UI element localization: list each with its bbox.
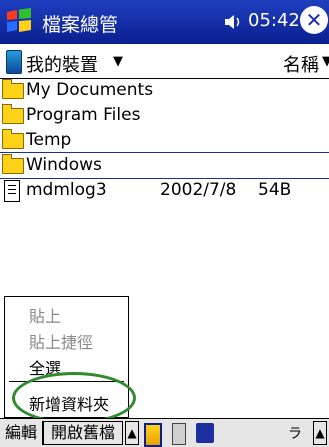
sort-dropdown[interactable]: 名稱 xyxy=(283,51,319,77)
list-item[interactable]: mdmlog3 2002/7/8 54B xyxy=(0,178,329,206)
storage-card-icon[interactable] xyxy=(172,423,186,445)
app-title: 檔案總管 xyxy=(42,14,119,36)
list-item[interactable]: My Documents xyxy=(0,78,329,103)
file-name: Windows xyxy=(26,155,102,175)
folder-icon xyxy=(2,79,24,99)
clock[interactable]: 05:42 xyxy=(248,10,300,31)
close-button[interactable]: ✕ xyxy=(300,6,328,34)
windows-flag-icon[interactable] xyxy=(4,6,34,36)
command-bar: 編輯 開啟舊檔 ▲ ラ ▲ xyxy=(0,418,329,447)
file-name: My Documents xyxy=(26,80,154,100)
folder-icon xyxy=(2,129,24,149)
edit-menu-button[interactable]: 編輯 xyxy=(0,421,43,445)
menu-item-paste-shortcut[interactable]: 貼上捷徑 xyxy=(29,329,93,353)
location-bar: 我的裝置 ▼ 名稱 ▼ xyxy=(0,46,329,79)
document-icon xyxy=(4,180,20,202)
highlight-ellipse xyxy=(12,372,136,424)
file-name: mdmlog3 xyxy=(26,180,107,200)
open-file-button[interactable]: 開啟舊檔 xyxy=(43,421,123,445)
chevron-down-icon[interactable]: ▼ xyxy=(113,54,123,69)
file-name: Temp xyxy=(26,130,72,150)
list-item-selected[interactable]: Windows xyxy=(0,152,329,179)
device-icon xyxy=(6,50,22,74)
chevron-down-icon[interactable]: ▼ xyxy=(322,54,329,69)
folder-icon xyxy=(2,104,24,124)
device-icon[interactable] xyxy=(144,423,162,447)
location-dropdown[interactable]: 我的裝置 xyxy=(26,51,98,77)
input-panel-toggle[interactable]: ▲ xyxy=(313,421,327,445)
scroll-up-button[interactable]: ▲ xyxy=(125,421,139,445)
menu-item-paste[interactable]: 貼上 xyxy=(29,303,61,327)
list-item[interactable]: Program Files xyxy=(0,103,329,128)
folder-icon xyxy=(2,154,24,174)
network-icon[interactable] xyxy=(196,423,214,443)
input-panel-icon[interactable]: ラ xyxy=(288,423,302,443)
file-name: Program Files xyxy=(26,105,141,125)
speaker-icon[interactable] xyxy=(223,12,245,32)
file-size: 54B xyxy=(258,180,292,200)
title-bar: 檔案總管 05:42 ✕ xyxy=(0,0,329,44)
file-date: 2002/7/8 xyxy=(160,180,237,200)
list-item[interactable]: Temp xyxy=(0,128,329,153)
